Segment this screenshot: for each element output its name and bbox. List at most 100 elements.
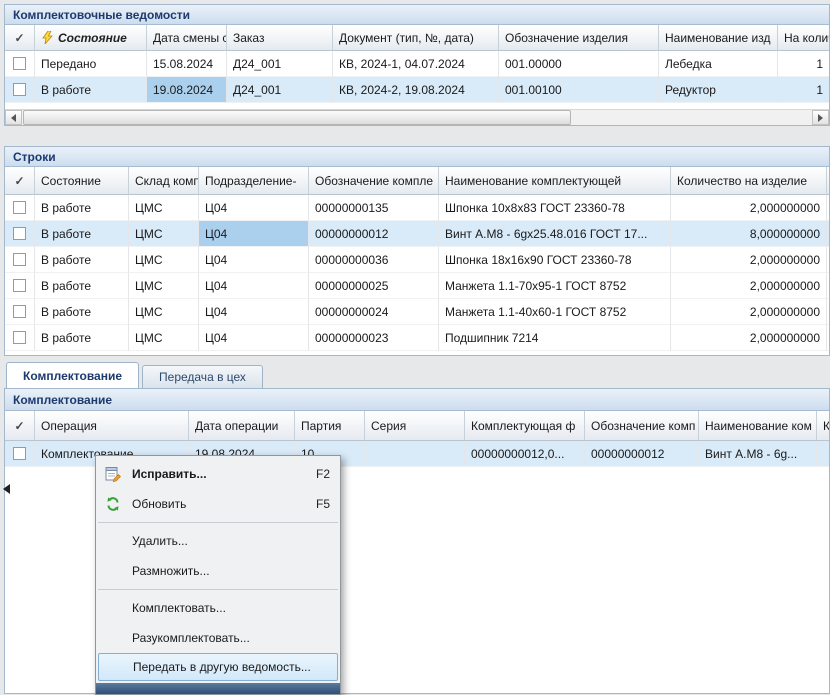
table-row-selected[interactable]: В работе 19.08.2024 Д24_001 КВ, 2024-2, … [5,77,830,103]
row-checkbox-cell[interactable] [5,51,35,77]
cell-designation[interactable]: 001.00000 [499,51,659,77]
menu-item-duplicate[interactable]: Размножить... [96,556,340,586]
cell-warehouse[interactable]: ЦМС [129,325,199,351]
tab-peredacha-v-ceh[interactable]: Передача в цех [142,365,263,388]
cell-department[interactable]: Ц04 [199,325,309,351]
cell-designation[interactable]: 00000000025 [309,273,439,299]
cell-qty[interactable]: 8,000000000 [671,221,827,247]
cell-department[interactable]: Ц04 [199,247,309,273]
cell-warehouse[interactable]: ЦМС [129,221,199,247]
table-row[interactable]: В работе ЦМС Ц04 00000000023 Подшипник 7… [5,325,830,351]
column-header-designation[interactable]: Обозначение изделия [499,25,659,51]
cell-designation[interactable]: 00000000012 [309,221,439,247]
cell-doc[interactable]: КВ, 2024-2, 19.08.2024 [333,77,499,103]
row-checkbox-cell[interactable] [5,299,35,325]
cell-state[interactable]: Передано [35,51,147,77]
cell-order[interactable]: Д24_001 [227,77,333,103]
column-header-warehouse[interactable]: Склад комп [129,167,199,195]
column-header-series[interactable]: Серия [365,411,465,441]
cell-date-focused[interactable]: 19.08.2024 [147,77,227,103]
cell-qty[interactable]: 1 [778,77,830,103]
table-row-selected[interactable]: В работе ЦМС Ц04 00000000012 Винт А.М8 -… [5,221,830,247]
cell-name[interactable]: Манжета 1.1-40x60-1 ГОСТ 8752 [439,299,671,325]
select-all-header[interactable]: ✓ [5,167,35,195]
cell-name[interactable]: Винт А.М8 - 6gх25.48.016 ГОСТ 17... [439,221,671,247]
cell-qty[interactable]: 2,000000000 [671,247,827,273]
cell-designation[interactable]: 00000000023 [309,325,439,351]
cell-state[interactable]: В работе [35,325,129,351]
cell-name[interactable]: Редуктор [659,77,778,103]
select-all-header[interactable]: ✓ [5,411,35,441]
cell-state[interactable]: В работе [35,299,129,325]
table-row[interactable]: В работе ЦМС Ц04 00000000036 Шпонка 18x1… [5,247,830,273]
table-row[interactable]: Передано 15.08.2024 Д24_001 КВ, 2024-1, … [5,51,830,77]
column-header-name[interactable]: Наименование комплектующей [439,167,671,195]
checkbox[interactable] [13,447,26,460]
row-checkbox-cell[interactable] [5,247,35,273]
column-header-qty[interactable]: На колич [778,25,830,51]
checkbox[interactable] [13,227,26,240]
cell-department[interactable]: Ц04 [199,299,309,325]
checkbox[interactable] [13,57,26,70]
column-header-department[interactable]: Подразделение- [199,167,309,195]
cell-state[interactable]: В работе [35,195,129,221]
cell-qty[interactable]: 2,000000000 [671,299,827,325]
cell-state[interactable]: В работе [35,273,129,299]
menu-item-delete[interactable]: Удалить... [96,526,340,556]
cell-name[interactable]: Шпонка 10x8x83 ГОСТ 23360-78 [439,195,671,221]
column-header-qty[interactable]: К [817,411,830,441]
table-row[interactable]: В работе ЦМС Ц04 00000000135 Шпонка 10x8… [5,195,830,221]
table-row[interactable]: В работе ЦМС Ц04 00000000024 Манжета 1.1… [5,299,830,325]
column-header-operation[interactable]: Операция [35,411,189,441]
row-checkbox-cell[interactable] [5,221,35,247]
cell-order[interactable]: Д24_001 [227,51,333,77]
column-header-component[interactable]: Комплектующая ф [465,411,585,441]
scroll-right-button[interactable] [812,110,829,125]
column-header-date[interactable]: Дата операции [189,411,295,441]
row-checkbox-cell[interactable] [5,273,35,299]
scroll-left-indicator[interactable] [3,484,10,494]
cell-name[interactable]: Винт А.М8 - 6g... [699,441,817,467]
horizontal-scrollbar[interactable] [5,109,829,125]
checkbox[interactable] [13,279,26,292]
menu-item-transfer-to-other-list[interactable]: Передать в другую ведомость... [98,653,338,681]
cell-warehouse[interactable]: ЦМС [129,299,199,325]
cell-warehouse[interactable]: ЦМС [129,247,199,273]
cell-designation[interactable]: 001.00100 [499,77,659,103]
cell-name[interactable]: Лебедка [659,51,778,77]
column-header-name[interactable]: Наименование ком [699,411,817,441]
cell-qty[interactable]: 2,000000000 [671,325,827,351]
cell-state[interactable]: В работе [35,247,129,273]
cell-department[interactable]: Ц04 [199,195,309,221]
cell-designation[interactable]: 00000000012 [585,441,699,467]
column-header-date[interactable]: Дата смены сост [147,25,227,51]
cell-qty[interactable]: 1 [778,51,830,77]
menu-item-edit[interactable]: Исправить... F2 [96,459,340,489]
column-header-state[interactable]: Состояние [35,25,147,51]
menu-item-cutoff[interactable] [96,683,340,694]
column-header-designation[interactable]: Обозначение комп [585,411,699,441]
menu-item-komplektovat[interactable]: Комплектовать... [96,593,340,623]
cell-date[interactable]: 15.08.2024 [147,51,227,77]
cell-name[interactable]: Подшипник 7214 [439,325,671,351]
cell-component[interactable]: 00000000012,0... [465,441,585,467]
cell-warehouse[interactable]: ЦМС [129,273,199,299]
cell-qty[interactable]: 2,000000000 [671,273,827,299]
select-all-header[interactable]: ✓ [5,25,35,51]
row-checkbox-cell[interactable] [5,441,35,467]
cell-department-focused[interactable]: Ц04 [199,221,309,247]
cell-designation[interactable]: 00000000135 [309,195,439,221]
cell-department[interactable]: Ц04 [199,273,309,299]
tab-komplektovanie[interactable]: Комплектование [6,362,139,388]
checkbox[interactable] [13,331,26,344]
cell-designation[interactable]: 00000000024 [309,299,439,325]
row-checkbox-cell[interactable] [5,195,35,221]
cell-state[interactable]: В работе [35,77,147,103]
column-header-qty[interactable]: Количество на изделие [671,167,827,195]
menu-item-razukomplektovat[interactable]: Разукомплектовать... [96,623,340,653]
cell-name[interactable]: Шпонка 18x16x90 ГОСТ 23360-78 [439,247,671,273]
checkbox[interactable] [13,305,26,318]
cell-doc[interactable]: КВ, 2024-1, 04.07.2024 [333,51,499,77]
cell-warehouse[interactable]: ЦМС [129,195,199,221]
table-row[interactable]: В работе ЦМС Ц04 00000000025 Манжета 1.1… [5,273,830,299]
